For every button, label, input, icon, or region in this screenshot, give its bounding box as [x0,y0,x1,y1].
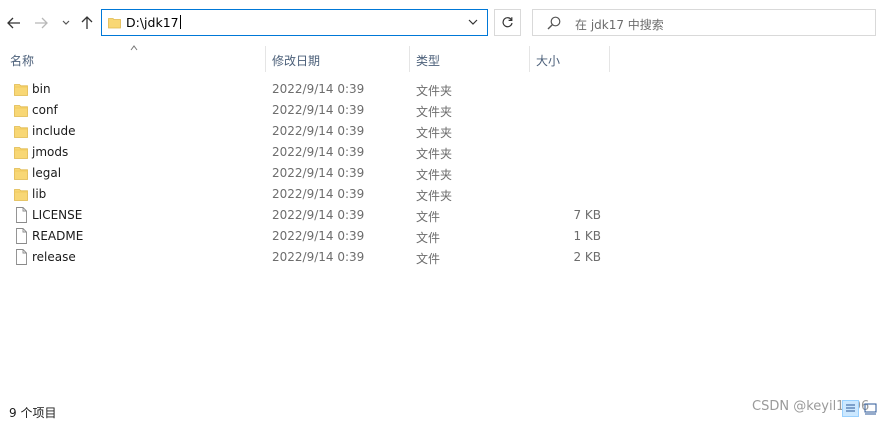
large-icons-view-icon [864,403,877,415]
address-history-chevron-icon[interactable] [467,16,479,28]
recent-locations-chevron-icon[interactable] [59,12,73,34]
search-icon [547,16,561,30]
file-row[interactable]: lib 2022/9/14 0:39 文件夹 [0,184,887,205]
column-header-size[interactable]: 大小 [536,52,560,69]
folder-icon [14,105,28,117]
file-type: 文件夹 [416,189,453,203]
up-arrow-icon[interactable] [77,12,97,34]
folder-icon [14,189,28,201]
forward-arrow-icon[interactable] [31,12,51,34]
view-switcher [842,400,882,418]
file-modified-date: 2022/9/14 0:39 [272,187,365,201]
file-icon [16,228,27,244]
details-view-icon [846,404,855,412]
file-name[interactable]: include [32,124,75,138]
file-modified-date: 2022/9/14 0:39 [272,208,365,222]
column-divider[interactable] [609,46,610,72]
sort-ascending-icon [130,45,138,51]
file-modified-date: 2022/9/14 0:39 [272,145,365,159]
file-type: 文件夹 [416,168,453,182]
column-divider[interactable] [529,46,530,72]
file-row[interactable]: include 2022/9/14 0:39 文件夹 [0,121,887,142]
file-modified-date: 2022/9/14 0:39 [272,124,365,138]
file-modified-date: 2022/9/14 0:39 [272,166,365,180]
file-name[interactable]: release [32,250,76,264]
file-type: 文件 [416,252,441,266]
column-header-name[interactable]: 名称 [10,52,34,69]
file-row[interactable]: release 2022/9/14 0:39 文件 2 KB [0,247,887,268]
file-name[interactable]: legal [32,166,61,180]
details-view-button[interactable] [842,400,859,417]
folder-icon [14,168,28,180]
search-box[interactable]: 在 jdk17 中搜索 [532,9,876,36]
address-path[interactable]: D:\jdk17 [126,15,181,30]
file-name[interactable]: conf [32,103,58,117]
file-row[interactable]: conf 2022/9/14 0:39 文件夹 [0,100,887,121]
column-headers: 名称 修改日期 类型 大小 [0,44,887,74]
file-type: 文件夹 [416,105,453,119]
address-bar[interactable]: D:\jdk17 [101,9,488,36]
folder-icon [14,126,28,138]
file-size: 7 KB [573,208,601,222]
file-modified-date: 2022/9/14 0:39 [272,103,365,117]
item-count-status: 9 个项目 [9,406,57,420]
folder-icon [14,147,28,159]
file-name[interactable]: jmods [32,145,68,159]
refresh-button[interactable] [494,9,521,36]
file-type: 文件夹 [416,147,453,161]
file-size: 1 KB [573,229,601,243]
large-icons-view-button[interactable] [862,400,879,417]
file-modified-date: 2022/9/14 0:39 [272,82,365,96]
file-modified-date: 2022/9/14 0:39 [272,229,365,243]
file-type: 文件夹 [416,126,453,140]
search-placeholder: 在 jdk17 中搜索 [575,18,664,32]
column-header-type[interactable]: 类型 [416,52,440,69]
file-name[interactable]: LICENSE [32,208,82,222]
file-row[interactable]: legal 2022/9/14 0:39 文件夹 [0,163,887,184]
file-type: 文件夹 [416,84,453,98]
refresh-icon [502,17,513,28]
file-type: 文件 [416,210,441,224]
file-name[interactable]: bin [32,82,51,96]
column-divider[interactable] [265,46,266,72]
file-row[interactable]: bin 2022/9/14 0:39 文件夹 [0,79,887,100]
column-header-date[interactable]: 修改日期 [272,52,320,69]
file-row[interactable]: README 2022/9/14 0:39 文件 1 KB [0,226,887,247]
file-icon [16,249,27,265]
navigation-toolbar: D:\jdk17 在 jdk17 中搜索 [0,0,887,46]
column-divider[interactable] [409,46,410,72]
file-type: 文件 [416,231,441,245]
file-row[interactable]: jmods 2022/9/14 0:39 文件夹 [0,142,887,163]
file-name[interactable]: README [32,229,83,243]
file-size: 2 KB [573,250,601,264]
file-icon [16,207,27,223]
folder-icon [108,18,121,29]
file-name[interactable]: lib [32,187,46,201]
folder-icon [14,84,28,96]
back-arrow-icon[interactable] [4,12,24,34]
file-modified-date: 2022/9/14 0:39 [272,250,365,264]
file-row[interactable]: LICENSE 2022/9/14 0:39 文件 7 KB [0,205,887,226]
